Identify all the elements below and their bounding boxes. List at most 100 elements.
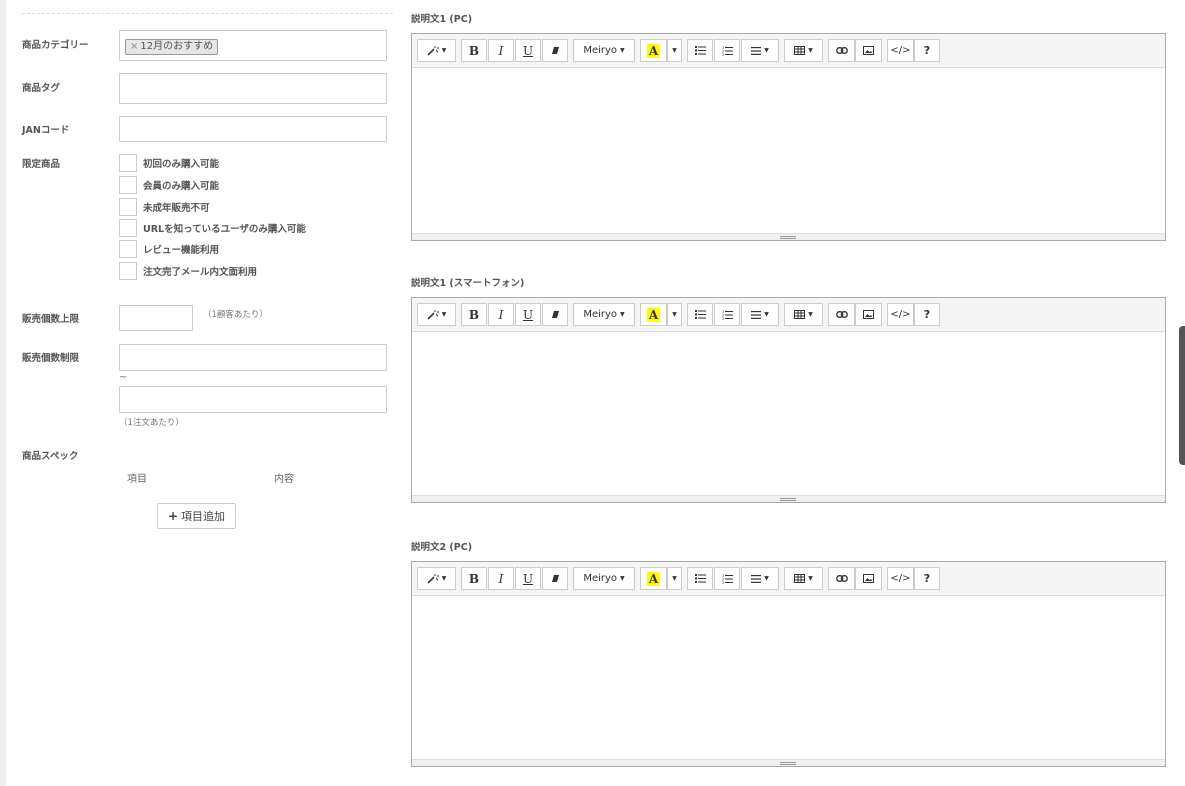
divider	[22, 13, 393, 14]
qty-limit-min-input[interactable]	[119, 344, 387, 371]
italic-button[interactable]: I	[488, 303, 514, 326]
spec-col-content: 内容	[274, 474, 294, 485]
picture-icon[interactable]	[855, 39, 882, 62]
font-name-dropdown[interactable]: Meiryo ▼	[573, 303, 635, 326]
rich-text-editor-desc1-pc[interactable]: ▼ B I U Meiryo ▼ A ▼ 123 ▼ ▼ </> ?	[411, 33, 1166, 241]
help-button[interactable]: ?	[914, 567, 940, 590]
tag-remove-icon[interactable]: ×	[130, 40, 138, 54]
underline-button[interactable]: U	[515, 567, 541, 590]
add-spec-button[interactable]: + 項目追加	[157, 503, 236, 529]
italic-button[interactable]: I	[488, 567, 514, 590]
picture-icon[interactable]	[855, 567, 882, 590]
magic-wand-icon[interactable]: ▼	[417, 303, 456, 326]
eraser-icon[interactable]	[542, 567, 568, 590]
jan-input[interactable]	[119, 116, 387, 142]
code-view-button[interactable]: </>	[887, 303, 914, 326]
qty-limit-max-input[interactable]	[119, 386, 387, 413]
table-icon[interactable]: ▼	[784, 567, 823, 590]
unordered-list-icon[interactable]	[687, 303, 713, 326]
limited-option-first-purchase[interactable]: 初回のみ購入可能	[119, 154, 219, 172]
bold-button[interactable]: B	[461, 39, 487, 62]
color-dropdown-toggle[interactable]: ▼	[667, 567, 682, 590]
italic-button[interactable]: I	[488, 39, 514, 62]
resize-grip-icon[interactable]	[780, 236, 796, 239]
resize-grip-icon[interactable]	[780, 762, 796, 765]
max-qty-input[interactable]	[119, 305, 193, 331]
checkbox[interactable]	[119, 176, 137, 194]
ordered-list-icon[interactable]: 123	[714, 567, 740, 590]
category-label: 商品カテゴリー	[22, 40, 89, 51]
ordered-list-icon[interactable]: 123	[714, 303, 740, 326]
ordered-list-icon[interactable]: 123	[714, 39, 740, 62]
text-color-button[interactable]: A	[640, 303, 667, 326]
font-name-dropdown[interactable]: Meiryo ▼	[573, 567, 635, 590]
resize-bar[interactable]	[412, 495, 1165, 502]
checkbox[interactable]	[119, 219, 137, 237]
qty-limit-label: 販売個数制限	[22, 353, 80, 364]
picture-icon[interactable]	[855, 303, 882, 326]
limited-label: 限定商品	[22, 159, 61, 170]
resize-bar[interactable]	[412, 759, 1165, 766]
table-icon[interactable]: ▼	[784, 303, 823, 326]
link-icon[interactable]	[828, 303, 855, 326]
checkbox-label: レビュー機能利用	[143, 245, 220, 256]
text-color-button[interactable]: A	[640, 567, 667, 590]
font-name-dropdown[interactable]: Meiryo ▼	[573, 39, 635, 62]
unordered-list-icon[interactable]	[687, 567, 713, 590]
tag-input[interactable]	[119, 73, 387, 104]
limited-option-review[interactable]: レビュー機能利用	[119, 240, 219, 258]
checkbox[interactable]	[119, 262, 137, 280]
rich-text-editor-desc1-sp[interactable]: ▼ B I U Meiryo ▼ A ▼ 123 ▼ ▼ </> ?	[411, 297, 1166, 503]
underline-button[interactable]: U	[515, 39, 541, 62]
product-form-panel: 商品カテゴリー × 12月のおすすめ 商品タグ JANコード 限定商品 初回のみ…	[6, 0, 1185, 786]
range-separator: ~	[119, 372, 128, 383]
checkbox-label: 注文完了メール内文面利用	[143, 267, 258, 278]
limited-option-order-mail[interactable]: 注文完了メール内文面利用	[119, 262, 257, 280]
eraser-icon[interactable]	[542, 39, 568, 62]
bold-button[interactable]: B	[461, 303, 487, 326]
font-name-label: Meiryo	[583, 573, 618, 584]
spec-col-item: 項目	[127, 474, 147, 485]
limited-option-no-minors[interactable]: 未成年販売不可	[119, 198, 210, 216]
font-name-label: Meiryo	[583, 309, 618, 320]
checkbox-label: 会員のみ購入可能	[143, 181, 220, 192]
align-icon[interactable]: ▼	[741, 303, 779, 326]
color-dropdown-toggle[interactable]: ▼	[667, 39, 682, 62]
category-select[interactable]: × 12月のおすすめ	[119, 30, 387, 61]
svg-text:3: 3	[722, 53, 724, 56]
underline-button[interactable]: U	[515, 303, 541, 326]
category-tag: × 12月のおすすめ	[125, 39, 219, 55]
magic-wand-icon[interactable]: ▼	[417, 39, 456, 62]
align-icon[interactable]: ▼	[741, 39, 779, 62]
editor-toolbar: ▼ B I U Meiryo ▼ A ▼ 123 ▼ ▼ </> ?	[412, 298, 1165, 332]
magic-wand-icon[interactable]: ▼	[417, 567, 456, 590]
limited-option-members-only[interactable]: 会員のみ購入可能	[119, 176, 219, 194]
checkbox[interactable]	[119, 198, 137, 216]
side-scroll-handle[interactable]	[1179, 326, 1185, 465]
color-dropdown-toggle[interactable]: ▼	[667, 303, 682, 326]
link-icon[interactable]	[828, 567, 855, 590]
limited-option-url-users[interactable]: URLを知っているユーザのみ購入可能	[119, 219, 306, 237]
rich-text-editor-desc2-pc[interactable]: ▼ B I U Meiryo ▼ A ▼ 123 ▼ ▼ </> ?	[411, 561, 1166, 767]
table-icon[interactable]: ▼	[784, 39, 823, 62]
text-color-button[interactable]: A	[640, 39, 667, 62]
editor-title: 説明文1 (PC)	[411, 14, 473, 25]
link-icon[interactable]	[828, 39, 855, 62]
code-view-button[interactable]: </>	[887, 567, 914, 590]
bold-button[interactable]: B	[461, 567, 487, 590]
help-button[interactable]: ?	[914, 39, 940, 62]
plus-icon: +	[167, 509, 179, 523]
resize-bar[interactable]	[412, 233, 1165, 240]
unordered-list-icon[interactable]	[687, 39, 713, 62]
eraser-icon[interactable]	[542, 303, 568, 326]
checkbox-label: 未成年販売不可	[143, 203, 210, 214]
qty-limit-note: （1注文あたり）	[119, 418, 184, 428]
code-view-button[interactable]: </>	[887, 39, 914, 62]
checkbox[interactable]	[119, 154, 137, 172]
help-button[interactable]: ?	[914, 303, 940, 326]
checkbox[interactable]	[119, 240, 137, 258]
align-icon[interactable]: ▼	[741, 567, 779, 590]
jan-label: JANコード	[22, 125, 70, 136]
editor-title: 説明文2 (PC)	[411, 542, 473, 553]
resize-grip-icon[interactable]	[780, 498, 796, 501]
